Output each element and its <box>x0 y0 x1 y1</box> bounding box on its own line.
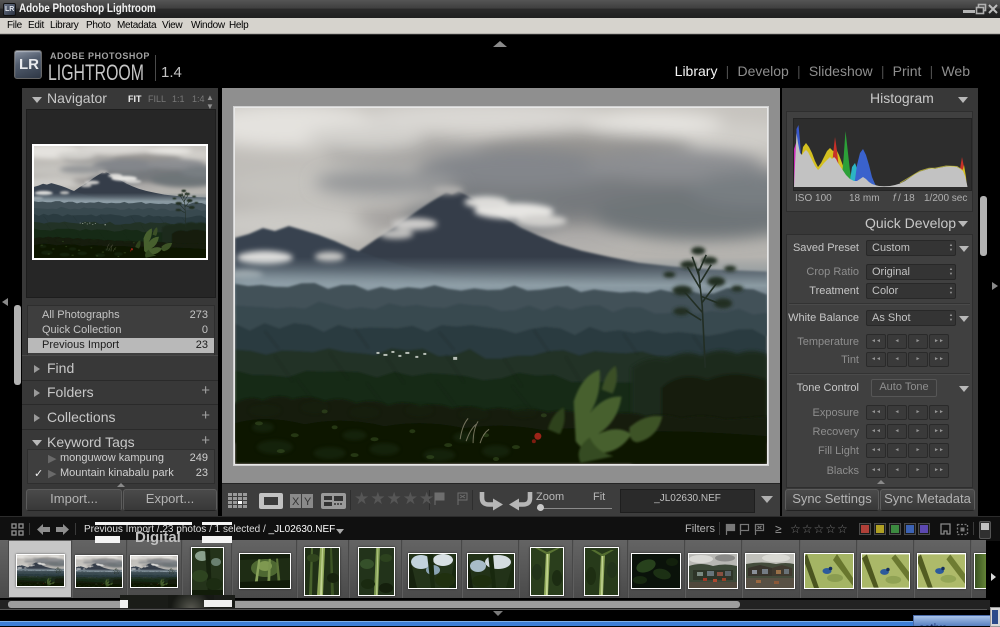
svg-text:Y: Y <box>304 496 312 508</box>
svg-text:X: X <box>292 496 300 508</box>
